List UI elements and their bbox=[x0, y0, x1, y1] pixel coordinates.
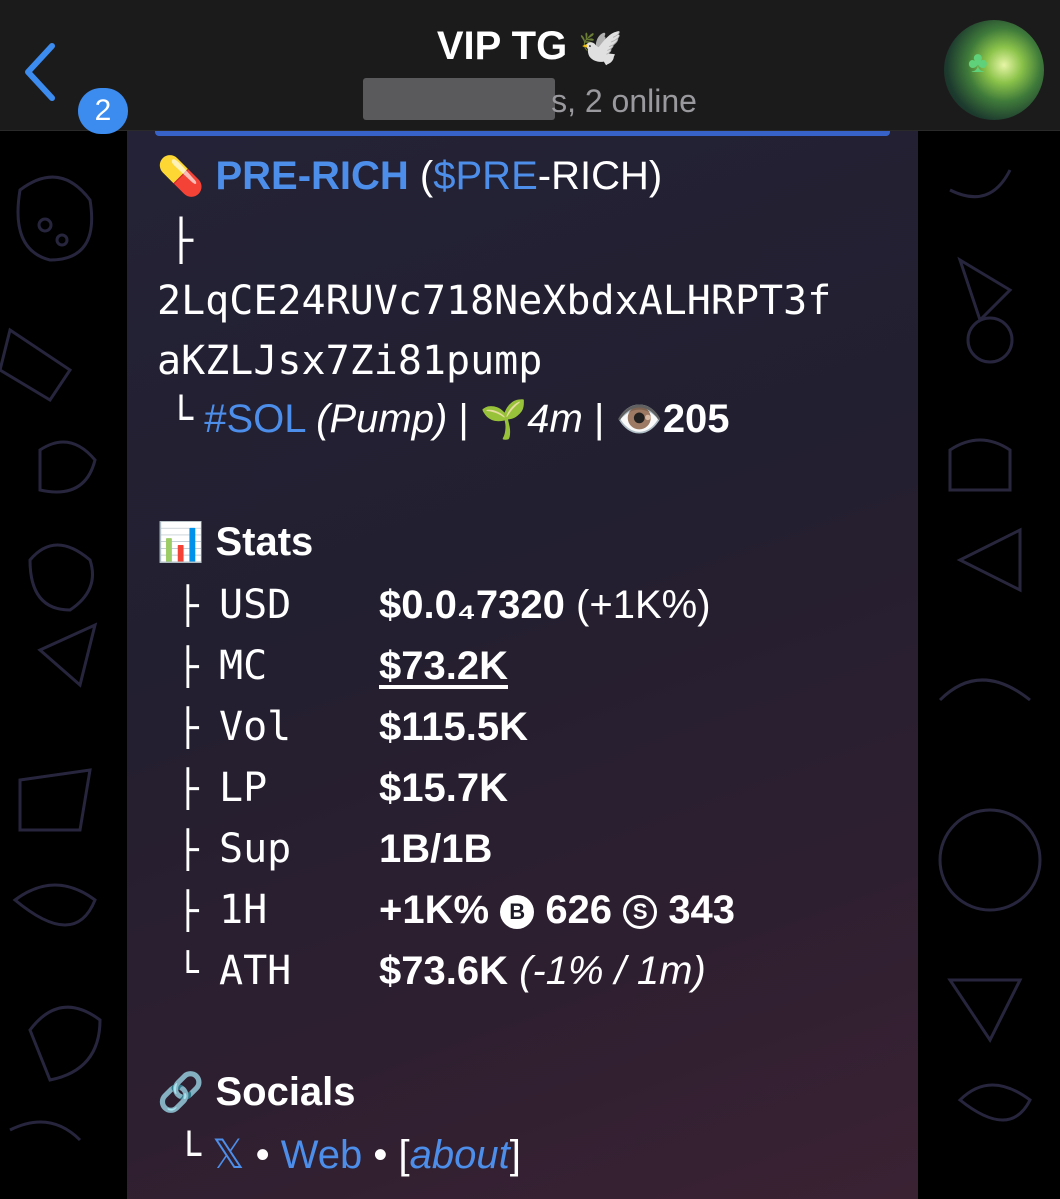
tree-end: └ bbox=[177, 1132, 202, 1178]
tree-branch: ├ bbox=[177, 769, 199, 810]
unread-badge: 2 bbox=[78, 88, 128, 134]
back-button[interactable]: 2 bbox=[14, 40, 128, 134]
stat-extra: (-1% / 1m) bbox=[507, 949, 706, 993]
token-meta: └ #SOL (Pump) | 🌱4m | 👁️205 bbox=[169, 396, 730, 442]
stat-row-ath: └ ATH $73.6K (-1% / 1m) bbox=[177, 948, 706, 994]
buys-icon: B bbox=[500, 895, 535, 929]
stat-key: ATH bbox=[219, 948, 292, 994]
stats-heading: 📊 Stats bbox=[157, 520, 313, 565]
about-link[interactable]: about bbox=[410, 1133, 510, 1177]
token-name-link[interactable]: PRE-RICH bbox=[215, 154, 408, 198]
seedling-icon: 🌱 bbox=[479, 399, 528, 441]
socials-heading: 🔗 Socials bbox=[157, 1070, 356, 1115]
contract-address-line-1[interactable]: 2LqCE24RUVc718NeXbdxALHRPT3f bbox=[157, 278, 831, 324]
stats-title: Stats bbox=[215, 520, 314, 564]
stat-value: +1K% bbox=[379, 888, 490, 932]
stat-value: $15.7K bbox=[379, 766, 508, 810]
chevron-left-icon bbox=[25, 43, 55, 101]
stat-row-sup: ├ Sup 1B/1B bbox=[177, 826, 492, 872]
ticker-cashtag-link[interactable]: $PRE bbox=[433, 154, 538, 198]
ticker-open: ( bbox=[419, 154, 434, 198]
chat-title[interactable]: VIP TG 🕊️ bbox=[330, 24, 730, 69]
chat-header: 2 VIP TG 🕊️ s, 2 online ♣ bbox=[0, 0, 1060, 134]
tree-branch: ├ bbox=[169, 218, 194, 264]
bracket-open: [ bbox=[398, 1133, 410, 1177]
stat-key: USD bbox=[219, 582, 292, 628]
avatar[interactable]: ♣ bbox=[944, 20, 1044, 120]
stat-value: $73.6K bbox=[379, 949, 508, 993]
stat-value: 1B/1B bbox=[379, 827, 493, 871]
stat-row-1h: ├ 1H +1K% B 626 S 343 bbox=[177, 887, 735, 933]
sells-count: 343 bbox=[668, 888, 736, 932]
platform-label: (Pump) bbox=[316, 397, 448, 441]
stat-value: $0.0₄7320 bbox=[379, 583, 565, 627]
stat-value: $115.5K bbox=[379, 705, 529, 749]
stat-key: LP bbox=[219, 765, 268, 811]
token-header: 💊 PRE-RICH ($PRE-RICH) bbox=[157, 154, 662, 199]
socials-title: Socials bbox=[215, 1070, 356, 1114]
contract-address-line-2[interactable]: aKZLJsx7Zi81pump bbox=[157, 338, 542, 384]
online-status: s, 2 online bbox=[551, 83, 697, 119]
token-age: 4m bbox=[527, 397, 583, 441]
eye-icon: 👁️ bbox=[615, 399, 663, 441]
bar-chart-icon: 📊 bbox=[157, 522, 205, 564]
link-icon: 🔗 bbox=[157, 1072, 205, 1114]
stat-row-vol: ├ Vol $115.5K bbox=[177, 704, 528, 750]
stat-key: 1H bbox=[219, 887, 268, 933]
buys-count: 626 bbox=[545, 888, 613, 932]
dove-icon: 🕊️ bbox=[578, 26, 624, 67]
separator: | bbox=[458, 397, 469, 441]
separator-dot: • bbox=[255, 1133, 270, 1177]
redacted-member-count bbox=[363, 78, 556, 120]
stat-row-usd: ├ USD $0.0₄7320 (+1K%) bbox=[177, 582, 711, 628]
separator-dot: • bbox=[373, 1133, 388, 1177]
bracket-close: ] bbox=[509, 1133, 521, 1177]
view-count: 205 bbox=[662, 397, 730, 441]
stat-key: Sup bbox=[219, 826, 292, 872]
clover-icon: ♣ bbox=[968, 46, 988, 79]
ticker-rest: -RICH) bbox=[537, 154, 663, 198]
tree-end: └ bbox=[177, 952, 199, 993]
separator: | bbox=[593, 397, 605, 441]
tree-end: └ bbox=[169, 396, 194, 442]
pill-icon: 💊 bbox=[157, 156, 205, 198]
x-link[interactable]: 𝕏 bbox=[212, 1133, 244, 1177]
market-cap-link[interactable]: $73.2K bbox=[379, 644, 508, 688]
message-bubble: 💊 PRE-RICH ($PRE-RICH) ├ 2LqCE24RUVc718N… bbox=[127, 130, 918, 1199]
stat-extra: (+1K%) bbox=[564, 583, 711, 627]
tree-branch: ├ bbox=[177, 830, 199, 871]
stat-row-mc: ├ MC $73.2K bbox=[177, 643, 508, 689]
chat-title-text: VIP TG bbox=[436, 24, 568, 68]
sells-icon: S bbox=[623, 895, 658, 929]
stat-key: MC bbox=[219, 643, 268, 689]
tree-branch: ├ bbox=[177, 708, 199, 749]
chat-subtitle: s, 2 online bbox=[300, 78, 760, 120]
web-link[interactable]: Web bbox=[281, 1133, 363, 1177]
tree-branch: ├ bbox=[177, 647, 199, 688]
stat-key: Vol bbox=[219, 704, 292, 750]
social-links: └ 𝕏 • Web • [about] bbox=[177, 1132, 521, 1178]
chain-hashtag-link[interactable]: #SOL bbox=[204, 397, 305, 441]
stat-row-lp: ├ LP $15.7K bbox=[177, 765, 508, 811]
tree-branch: ├ bbox=[177, 891, 199, 932]
tree-branch: ├ bbox=[177, 586, 199, 627]
